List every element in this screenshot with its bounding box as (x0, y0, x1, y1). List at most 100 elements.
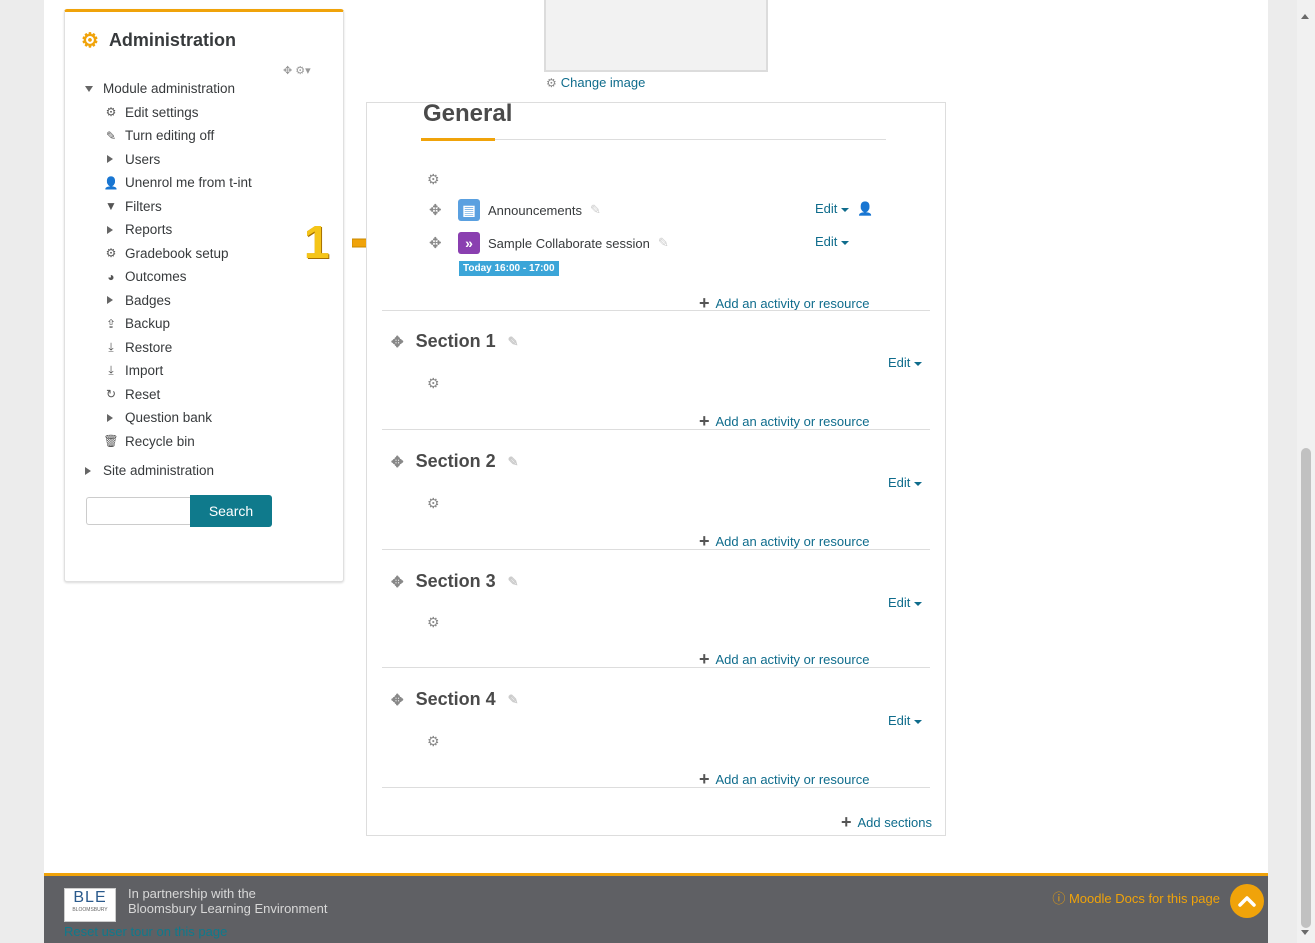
vertical-scrollbar[interactable] (1297, 0, 1315, 943)
administration-block: ⚙ Administration ✥ ⚙▾ Module administrat… (64, 9, 344, 582)
tree-item-badges[interactable]: Badges (85, 289, 252, 313)
move-icon[interactable]: ✥ (391, 333, 404, 351)
change-image-link[interactable]: ⚙ Change image (546, 75, 645, 90)
pencil-icon[interactable]: ✎ (508, 454, 519, 470)
move-icon[interactable]: ✥ (429, 201, 442, 219)
tree-item-outcomes[interactable]: ◕ Outcomes (85, 265, 252, 289)
tree-item-recycle-bin[interactable]: 🗑 Recycle bin (85, 430, 252, 454)
collaborate-icon: » (458, 232, 480, 254)
expand-icon[interactable] (107, 296, 113, 305)
add-sections-link[interactable]: + Add sections (841, 813, 932, 831)
page-footer: BLE BLOOMSBURY In partnership with the B… (44, 873, 1268, 943)
caret-down-icon (914, 719, 923, 724)
divider (382, 667, 930, 668)
admin-search-input[interactable] (86, 497, 190, 525)
section-title-4: ✥ Section 4 ✎ (391, 689, 519, 709)
tree-item-gradebook-setup[interactable]: ⚙ Gradebook setup (85, 242, 252, 266)
tree-item-import[interactable]: ⤓ Import (85, 359, 252, 383)
filter-icon: ▼ (105, 199, 117, 214)
scroll-up-icon[interactable] (1301, 14, 1309, 19)
activity-collaborate[interactable]: » Sample Collaborate session ✎ (458, 232, 669, 254)
block-controls[interactable]: ✥ ⚙▾ (283, 64, 311, 77)
course-image (544, 0, 768, 72)
expand-icon[interactable] (107, 225, 113, 234)
partnership-text: In partnership with the Bloomsbury Learn… (128, 886, 328, 916)
user-icon: 👤 (103, 175, 119, 190)
pencil-icon[interactable]: ✎ (508, 574, 519, 590)
admin-block-title: ⚙ Administration (81, 28, 236, 53)
reset-user-tour-link[interactable]: Reset user tour on this page (64, 924, 227, 939)
activity-link[interactable]: Sample Collaborate session (488, 236, 650, 251)
user-icon[interactable]: 👤 (857, 201, 873, 216)
pencil-icon: ✎ (105, 128, 117, 143)
tree-item-users[interactable]: Users (85, 148, 252, 172)
pencil-icon[interactable]: ✎ (508, 334, 519, 350)
edit-menu[interactable]: Edit (815, 234, 850, 249)
edit-menu[interactable]: Edit (888, 355, 923, 370)
tree-item-unenrol[interactable]: 👤 Unenrol me from t-int (85, 171, 252, 195)
admin-search-button[interactable]: Search (190, 495, 272, 527)
tree-item-site-administration[interactable]: Site administration (85, 459, 252, 483)
moodle-docs-link[interactable]: ⓘ Moodle Docs for this page (1052, 888, 1220, 907)
add-activity-link[interactable]: + Add an activity or resource (699, 412, 869, 430)
tree-item-filters[interactable]: ▼ Filters (85, 195, 252, 219)
move-icon[interactable]: ✥ (391, 453, 404, 471)
gear-icon: ⚙ (105, 105, 117, 120)
section-title-2: ✥ Section 2 ✎ (391, 451, 519, 471)
add-activity-link[interactable]: + Add an activity or resource (699, 770, 869, 788)
scrollbar-thumb[interactable] (1301, 448, 1311, 928)
add-activity-link[interactable]: + Add an activity or resource (699, 532, 869, 550)
tree-item-edit-settings[interactable]: ⚙ Edit settings (85, 101, 252, 125)
pencil-icon[interactable]: ✎ (658, 235, 669, 251)
gear-icon[interactable]: ⚙ (427, 733, 440, 750)
move-icon[interactable]: ✥ (429, 234, 442, 252)
plus-icon: + (699, 769, 710, 789)
scroll-down-icon[interactable] (1301, 930, 1309, 935)
ble-logo: BLE BLOOMSBURY (64, 888, 116, 922)
gear-icon: ⚙ (546, 75, 557, 90)
plus-icon: + (699, 411, 710, 431)
edit-menu[interactable]: Edit (888, 713, 923, 728)
tree-item-reports[interactable]: Reports (85, 218, 252, 242)
gear-icon[interactable]: ⚙ (427, 495, 440, 512)
caret-down-icon (841, 207, 850, 212)
expand-icon[interactable] (85, 466, 91, 475)
tree-item-reset[interactable]: ↻ Reset (85, 383, 252, 407)
tree-item-turn-editing-off[interactable]: ✎ Turn editing off (85, 124, 252, 148)
expand-icon[interactable] (107, 413, 113, 422)
tree-item-backup[interactable]: ⇪ Backup (85, 312, 252, 336)
section-title-1: ✥ Section 1 ✎ (391, 331, 519, 351)
gear-icon[interactable]: ⚙ (427, 375, 440, 392)
download-icon: ⤓ (108, 363, 114, 378)
edit-menu[interactable]: Edit (888, 595, 923, 610)
expand-icon[interactable] (107, 155, 113, 164)
activity-link[interactable]: Announcements (488, 203, 582, 218)
collapse-icon[interactable] (85, 85, 93, 92)
tree-item-question-bank[interactable]: Question bank (85, 406, 252, 430)
divider (382, 787, 930, 788)
admin-title-text: Administration (108, 30, 236, 50)
edit-menu[interactable]: Edit 👤 (815, 201, 873, 217)
move-icon[interactable]: ✥ (391, 573, 404, 591)
caret-down-icon (914, 361, 923, 366)
move-icon[interactable]: ✥ (391, 691, 404, 709)
caret-down-icon (914, 481, 923, 486)
admin-search: Search (86, 495, 272, 527)
activity-announcements[interactable]: ▤ Announcements ✎ (458, 199, 601, 221)
trash-icon: 🗑 (103, 434, 119, 449)
divider (382, 549, 930, 550)
pencil-icon[interactable]: ✎ (590, 202, 601, 218)
gear-icon[interactable]: ⚙ (427, 171, 440, 188)
forum-icon: ▤ (458, 199, 480, 221)
divider (382, 429, 930, 430)
back-to-top-button[interactable] (1230, 884, 1264, 918)
add-activity-link[interactable]: + Add an activity or resource (699, 650, 869, 668)
edit-menu[interactable]: Edit (888, 475, 923, 490)
pencil-icon[interactable]: ✎ (508, 692, 519, 708)
gear-icon[interactable]: ⚙ (427, 614, 440, 631)
download-icon: ⤓ (108, 339, 114, 354)
plus-icon: + (699, 649, 710, 669)
upload-icon: ⇪ (105, 316, 117, 331)
tree-item-restore[interactable]: ⤓ Restore (85, 336, 252, 360)
tree-item-module-administration[interactable]: Module administration (85, 77, 252, 101)
